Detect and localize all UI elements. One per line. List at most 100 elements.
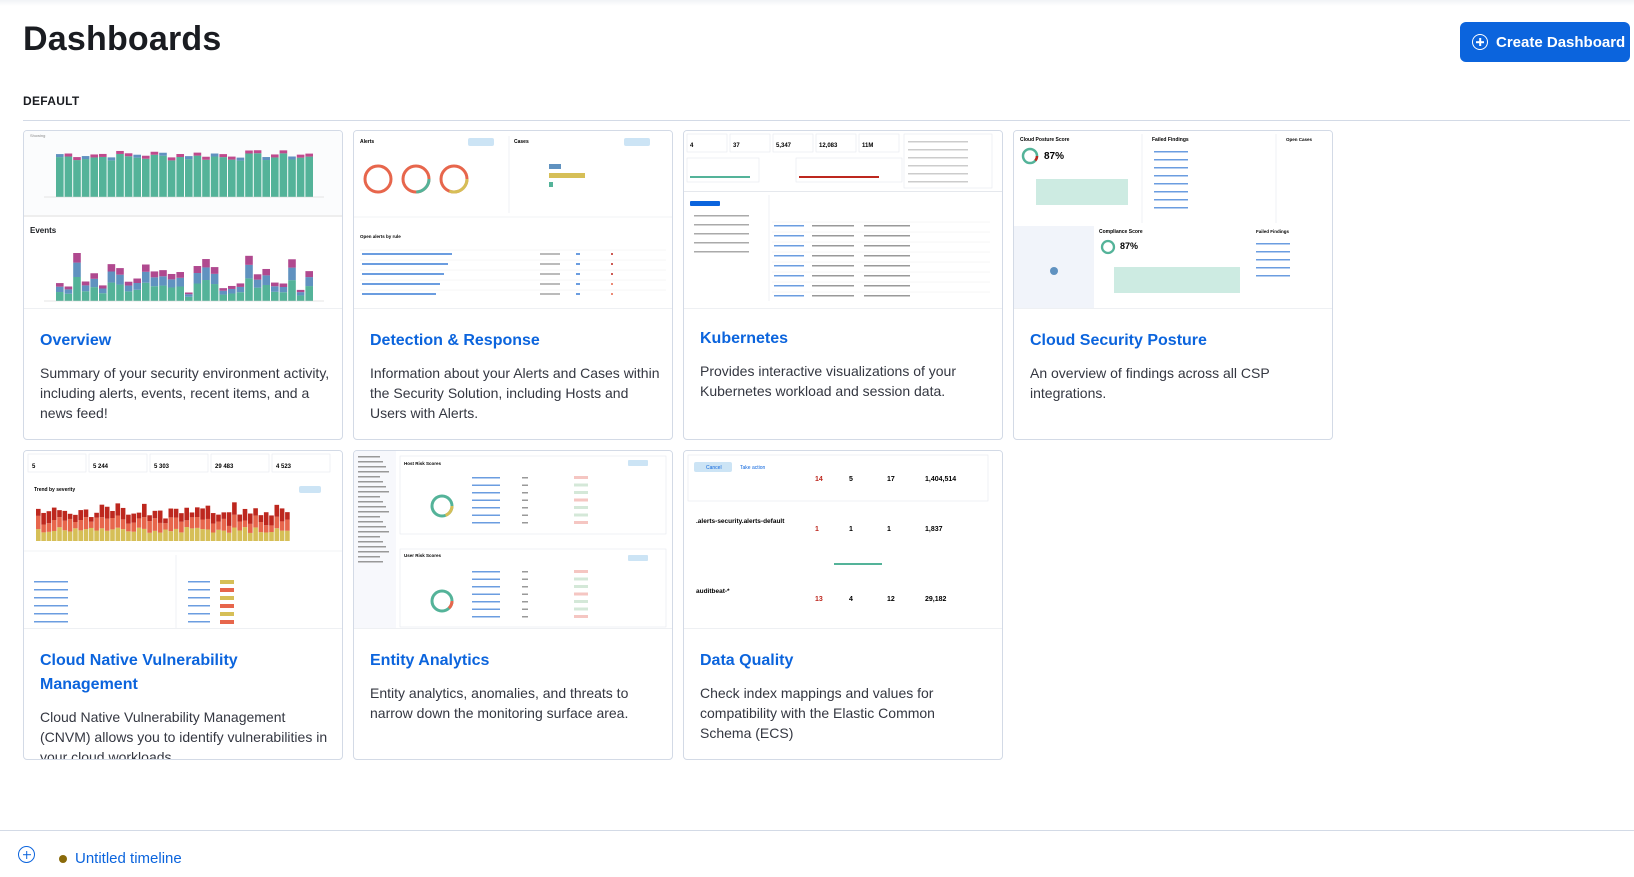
ea-thumb-nav <box>358 511 389 513</box>
ea-thumb-cell <box>522 593 528 595</box>
cnvm-thumb-bar <box>163 523 168 530</box>
overview-thumb-bar-cap <box>245 150 253 154</box>
cnvm-thumb-bar <box>73 528 78 541</box>
cnvm-thumb-cell <box>34 605 68 607</box>
cnvm-thumb-bar <box>83 517 89 530</box>
cnvm-thumb-bar <box>269 515 274 526</box>
card-title-cnvm[interactable]: Cloud Native Vulnerability Management <box>40 649 330 697</box>
k8s-thumb-row <box>908 173 968 175</box>
create-dashboard-button[interactable]: Create Dashboard <box>1460 22 1630 62</box>
overview-thumb-seg <box>142 264 150 272</box>
dashboard-card-detection-response[interactable]: Alerts Cases Open alerts by rule Detecti… <box>353 130 673 440</box>
csp-thumb-finding <box>1256 251 1290 253</box>
overview-thumb-seg <box>245 255 253 265</box>
cnvm-thumb-bar <box>205 529 211 541</box>
k8s-thumb-cell <box>812 225 854 227</box>
overview-thumb-bar-cap <box>279 150 288 154</box>
cnvm-thumb-bar <box>94 517 99 531</box>
untitled-timeline-link[interactable]: Untitled timeline <box>75 850 182 867</box>
ea-thumb-cell <box>522 601 528 603</box>
k8s-thumb-cell <box>864 265 910 267</box>
overview-thumb-bar-cap <box>288 156 296 160</box>
k8s-thumb-cell <box>864 235 910 237</box>
cnvm-thumb-bar <box>205 505 211 519</box>
k8s-thumb-tree-row <box>694 233 749 235</box>
cnvm-thumb-bar <box>78 510 83 521</box>
overview-thumb-bar <box>99 156 107 197</box>
cnvm-thumb-bar <box>210 513 216 524</box>
ea-thumb-cell <box>472 507 500 509</box>
k8s-thumb-cell <box>774 255 804 257</box>
cnvm-thumb-bar <box>274 504 280 517</box>
overview-thumb-bar-cap <box>210 153 219 157</box>
cnvm-thumb-bar <box>147 532 152 541</box>
dashboard-card-entity-analytics[interactable]: Host Risk Scores User Risk Scores Entity… <box>353 450 673 760</box>
dashboard-card-overview[interactable]: Showing Events Overview Summary of your … <box>23 130 343 440</box>
k8s-thumb-cell <box>864 295 910 297</box>
k8s-thumb-cell <box>774 295 804 297</box>
overview-thumb-seg <box>193 283 202 301</box>
card-title-detection-response[interactable]: Detection & Response <box>370 329 660 353</box>
csp-thumb-finding <box>1154 175 1188 177</box>
ea-thumb-nav <box>358 471 389 473</box>
dashboard-card-data-quality[interactable]: Cancel Take action 14 5 17 1,404,514 .alerts… <box>683 450 1003 760</box>
overview-thumb-seg <box>279 292 288 301</box>
cnvm-thumb-bar <box>237 521 242 531</box>
card-title-entity-analytics[interactable]: Entity Analytics <box>370 649 660 673</box>
cnvm-thumb-bar <box>232 502 237 515</box>
k8s-thumb-tree-row <box>694 251 749 253</box>
overview-thumb-bar <box>116 153 124 197</box>
cnvm-thumb-bar <box>269 525 274 533</box>
ea-thumb-badge <box>574 570 588 573</box>
dq-thumb-docs: 1,837 <box>925 526 943 533</box>
cnvm-thumb-bar <box>89 527 94 541</box>
cnvm-thumb-bar <box>73 522 78 529</box>
overview-thumb-seg <box>142 282 150 301</box>
cnvm-thumb-bar <box>274 516 280 529</box>
ea-thumb-nav <box>358 496 380 498</box>
dashboard-card-kubernetes[interactable]: 4 37 5,347 12,083 11M Kubernetes Provides in… <box>683 130 1003 440</box>
svg-text:Cancel: Cancel <box>706 465 722 471</box>
overview-thumb-seg <box>133 289 141 301</box>
dashboard-card-cloud-security-posture[interactable]: Cloud Posture Score 87% Failed Findings … <box>1013 130 1333 440</box>
card-title-kubernetes[interactable]: Kubernetes <box>700 327 990 351</box>
overview-thumb-bar-cap <box>202 156 210 160</box>
k8s-thumb-cell <box>812 275 854 277</box>
overview-thumb-seg <box>124 291 133 301</box>
dashboard-card-cnvm[interactable]: 5 5 244 5 303 29 483 4 523 Trend by severity… <box>23 450 343 760</box>
card-title-overview[interactable]: Overview <box>40 329 330 353</box>
cnvm-thumb-bar <box>210 532 216 541</box>
k8s-thumb-cell <box>774 275 804 277</box>
cnvm-thumb-badge <box>220 588 234 592</box>
cnvm-thumb-cell <box>188 605 210 607</box>
cnvm-thumb-bar <box>195 527 200 541</box>
overview-thumb-seg <box>142 271 150 283</box>
section-divider <box>23 120 1630 121</box>
cnvm-thumb-bar <box>67 513 73 519</box>
cnvm-thumb-bar <box>94 530 99 541</box>
csp-thumb-finding <box>1256 259 1290 261</box>
card-title-data-quality[interactable]: Data Quality <box>700 649 990 673</box>
overview-thumb-seg <box>262 284 270 301</box>
cnvm-thumb-bar <box>232 527 237 541</box>
overview-thumb-seg <box>236 283 245 287</box>
add-timeline-icon[interactable] <box>18 846 35 863</box>
cnvm-thumb-bar <box>274 528 280 541</box>
dq-thumb-docs: 29,182 <box>925 596 947 603</box>
cnvm-thumb-bar <box>157 510 163 523</box>
cnvm-thumb-bar <box>195 517 200 528</box>
events-label: Events <box>30 226 57 235</box>
csp-thumb-finding <box>1256 275 1290 277</box>
cnvm-thumb-bar <box>142 517 147 529</box>
cnvm-thumb-bar <box>67 518 73 532</box>
overview-thumb-seg <box>185 292 193 295</box>
kubernetes-thumbnail: 4 37 5,347 12,083 11M <box>684 131 1002 309</box>
k8s-thumb-row <box>908 149 968 151</box>
detection-thumb-severity <box>611 293 613 295</box>
k8s-thumb-cell <box>812 265 854 267</box>
ea-thumb-cell <box>472 601 500 603</box>
ea-thumb-nav <box>358 456 380 458</box>
csp-thumb-finding <box>1154 207 1188 209</box>
card-title-cloud-security-posture[interactable]: Cloud Security Posture <box>1030 329 1320 353</box>
ea-thumb-cell <box>522 522 528 524</box>
